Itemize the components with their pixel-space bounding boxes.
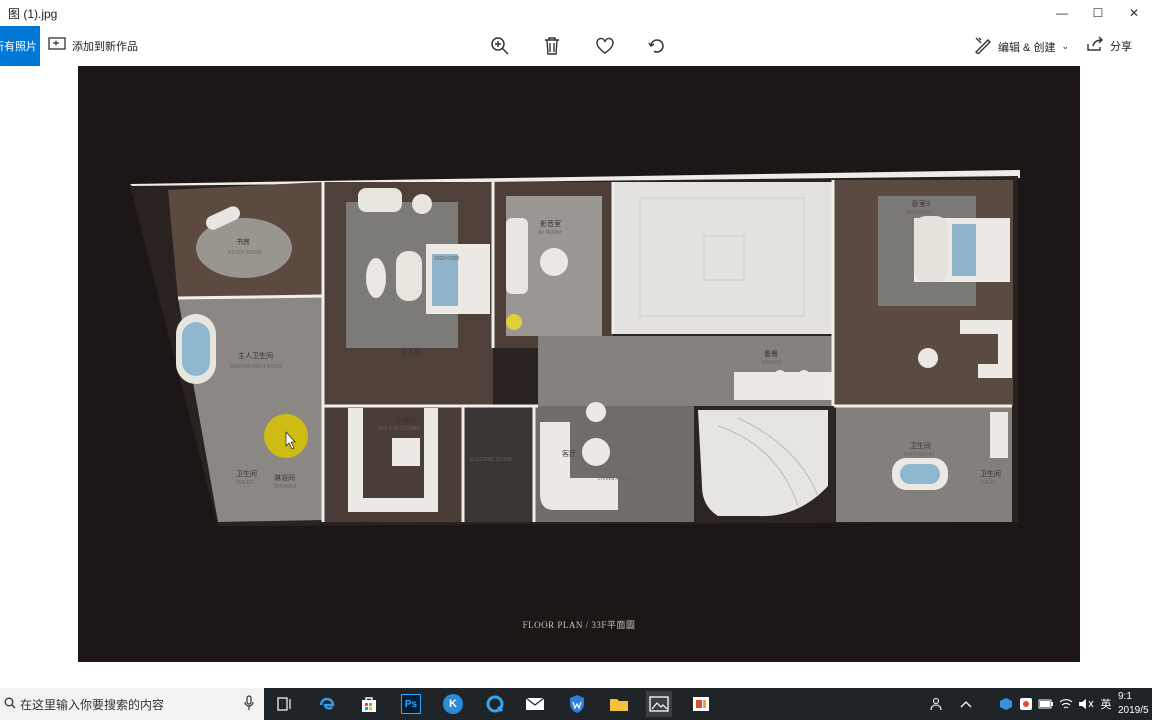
wifi-icon[interactable] <box>1058 695 1074 713</box>
zoom-in-icon[interactable] <box>489 35 511 57</box>
q-app-icon[interactable] <box>482 691 508 717</box>
main-hall <box>613 182 833 334</box>
taskbar-search-box[interactable]: 在这里输入你要搜索的内容 <box>0 688 264 720</box>
label-closet: 衣帽间 <box>396 415 417 424</box>
chevron-down-icon: ⌄ <box>1061 41 1069 51</box>
cube-app-icon[interactable] <box>998 695 1014 713</box>
edit-create-label: 编辑 & 创建 <box>998 41 1056 54</box>
label-bathroom-en: BATH ROOM <box>904 452 934 458</box>
label-master-bath: 主人卫生间 <box>238 351 273 360</box>
battery-icon[interactable] <box>1038 695 1054 713</box>
label-bedroom3-en: BEDROOM <box>906 210 932 216</box>
label-toilet-2: 卫生间 <box>980 469 1001 478</box>
photoshop-icon[interactable]: Ps <box>398 691 424 717</box>
label-shower-en: SHOWER <box>274 484 297 490</box>
window-controls: — ☐ ✕ <box>1044 0 1152 26</box>
electric-room <box>463 406 533 522</box>
label-study-en: STUDY ROOM <box>228 250 262 256</box>
label-living-en: LIVING AREA <box>598 476 630 482</box>
edit-create-button[interactable]: 编辑 & 创建 ⌄ <box>974 36 1069 57</box>
toolbar: 所有照片 添加到新作品 编辑 & 创建 ⌄ 分享 <box>0 26 1152 66</box>
label-toilet: 卫生间 <box>236 469 257 478</box>
office-app-icon[interactable] <box>688 691 714 717</box>
volume-icon[interactable] <box>1078 695 1094 713</box>
label-toilet-2-en: TOILET <box>980 480 997 486</box>
add-creation-icon <box>48 36 66 55</box>
label-living: 客厅 <box>562 449 576 458</box>
edit-create-icon <box>974 36 992 57</box>
label-av-room: 影音室 <box>540 219 561 228</box>
search-placeholder: 在这里输入你要搜索的内容 <box>20 697 165 712</box>
label-bed-size: 1800×2000 <box>434 256 459 262</box>
minimize-button[interactable]: — <box>1044 0 1080 26</box>
label-av-room-en: AV ROOM <box>538 230 561 236</box>
person-icon[interactable] <box>928 695 944 713</box>
shield-app-icon[interactable] <box>564 691 590 717</box>
label-closet-en: WALK-IN CLOSET <box>378 426 420 432</box>
all-photos-label: 所有照片 <box>0 41 37 53</box>
label-toilet-en: TOILET <box>236 480 253 486</box>
label-master-bath-en: MASTER BATH ROOM <box>230 364 282 370</box>
label-pantry-en: PANTRY <box>762 360 782 366</box>
image-viewer[interactable]: 书房 STUDY ROOM 主人卫生间 MASTER BATH ROOM 主人房… <box>0 66 1152 688</box>
heart-icon[interactable] <box>594 35 616 57</box>
label-bedroom3: 卧室3 <box>912 199 930 208</box>
file-explorer-icon[interactable] <box>606 691 632 717</box>
all-photos-button[interactable]: 所有照片 <box>0 26 40 66</box>
floor-plan-drawing: 书房 STUDY ROOM 主人卫生间 MASTER BATH ROOM 主人房… <box>130 170 1020 526</box>
taskbar: 在这里输入你要搜索的内容 Ps K 英 9:1 2019/5 <box>0 688 1152 720</box>
wechat-icon[interactable] <box>1018 695 1034 713</box>
search-icon <box>4 697 16 712</box>
label-electric-en: ELECTRIC ROOM <box>470 457 512 463</box>
add-creation-label: 添加到新作品 <box>72 40 138 53</box>
close-button[interactable]: ✕ <box>1116 0 1152 26</box>
add-to-creation-button[interactable]: 添加到新作品 <box>48 36 138 55</box>
share-icon <box>1086 36 1104 55</box>
chevron-up-icon[interactable] <box>958 695 974 713</box>
floor-plan-photo[interactable]: 书房 STUDY ROOM 主人卫生间 MASTER BATH ROOM 主人房… <box>78 66 1080 662</box>
label-pantry: 备餐 <box>764 349 778 358</box>
share-label: 分享 <box>1110 40 1132 53</box>
ps-label: Ps <box>401 694 421 714</box>
microphone-icon[interactable] <box>244 695 254 714</box>
clock-date: 2019/5 <box>1118 705 1149 716</box>
clock-time: 9:1 <box>1118 691 1132 702</box>
label-bathroom: 卫生间 <box>910 441 931 450</box>
taskbar-clock[interactable]: 9:1 2019/5 <box>1118 690 1149 718</box>
label-electric: 机电房 <box>478 445 499 454</box>
label-shower: 淋浴间 <box>274 473 295 482</box>
label-study: 书房 <box>236 237 250 246</box>
ime-indicator[interactable]: 英 <box>1098 695 1114 713</box>
window-title: 图 (1).jpg <box>8 7 58 21</box>
label-master-bed: 主人房 <box>400 347 421 356</box>
edge-icon[interactable] <box>314 691 340 717</box>
floor-plan-caption: FLOOR PLAN / 33F平面圖 <box>522 620 636 630</box>
task-view-icon[interactable] <box>272 691 298 717</box>
maximize-button[interactable]: ☐ <box>1080 0 1116 26</box>
k-app-icon[interactable]: K <box>440 691 466 717</box>
share-button[interactable]: 分享 <box>1086 36 1132 55</box>
trash-icon[interactable] <box>541 35 563 57</box>
rotate-icon[interactable] <box>646 35 668 57</box>
store-icon[interactable] <box>356 691 382 717</box>
title-bar: 图 (1).jpg — ☐ ✕ <box>0 0 1152 26</box>
photos-app-icon[interactable] <box>646 691 672 717</box>
mail-icon[interactable] <box>522 691 548 717</box>
